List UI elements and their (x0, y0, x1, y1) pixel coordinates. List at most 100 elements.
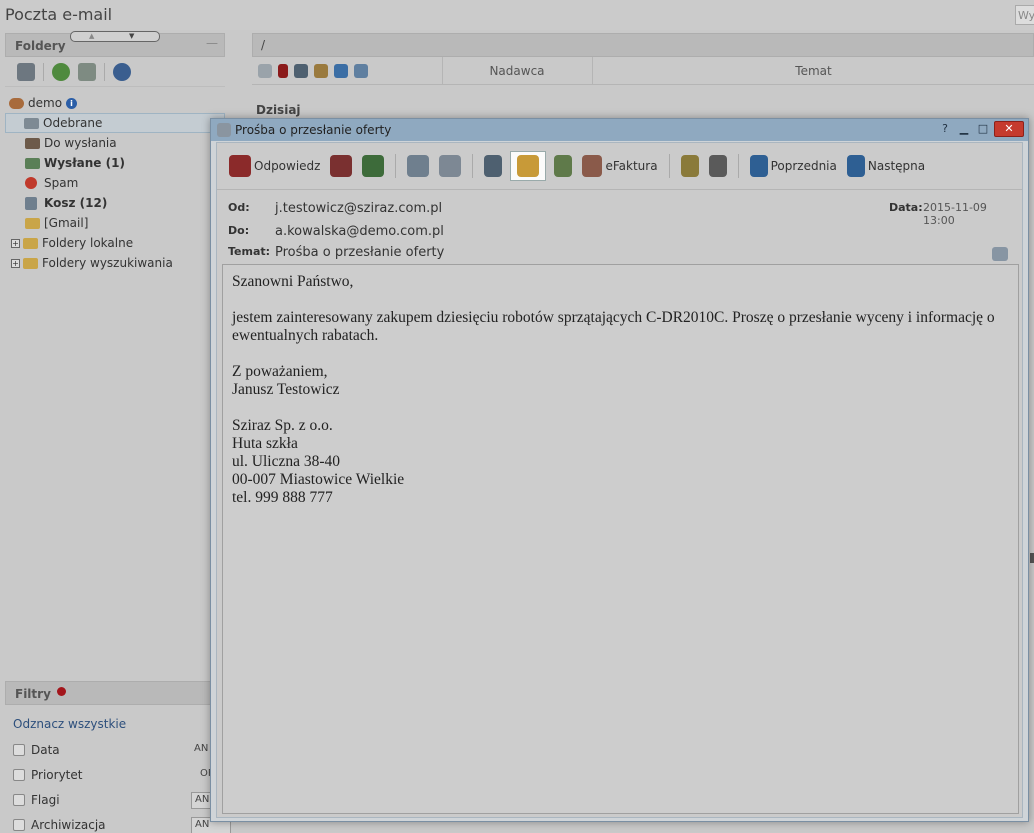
folders-panel-header: Foldery — ▲ ▼ (5, 31, 225, 57)
folder-item-spam[interactable]: Spam (5, 173, 225, 193)
trash-icon (407, 155, 430, 177)
filter-label: Data (31, 742, 60, 757)
delete-button[interactable] (405, 151, 431, 181)
forward-button[interactable] (360, 151, 386, 181)
maximize-icon[interactable]: □ (975, 122, 991, 137)
folder-icon (23, 237, 38, 249)
arrow-down-icon (846, 155, 865, 177)
toolbar-divider (472, 154, 474, 178)
toolbar-divider (43, 62, 44, 81)
next-button[interactable]: Następna (845, 151, 927, 181)
checkmark-icon[interactable] (334, 63, 348, 78)
filter-label: Archiwizacja (31, 817, 106, 832)
info-icon[interactable]: i (66, 97, 78, 109)
print-button[interactable] (437, 151, 463, 181)
edit-button[interactable] (552, 151, 574, 181)
filter-row-priority[interactable]: Priorytet OF (5, 762, 225, 787)
clear-all-link[interactable]: Odznacz wszystkie (13, 717, 225, 731)
trash-icon (25, 196, 37, 210)
collapse-icon[interactable]: — (206, 36, 218, 50)
envelope-icon[interactable] (258, 63, 272, 78)
filter-row-date[interactable]: Data AN (5, 737, 225, 762)
folder-label: Wysłane (1) (44, 156, 125, 170)
filter-row-archive[interactable]: Archiwizacja AN (5, 812, 231, 833)
filter-label: Flagi (31, 792, 60, 807)
window-titlebar[interactable]: Prośba o przesłanie oferty ? ▁ □ ✕ (211, 119, 1028, 141)
checkbox[interactable] (13, 818, 25, 831)
save-attachment-button[interactable] (510, 151, 547, 181)
reply-all-button[interactable] (328, 151, 354, 181)
from-value: j.testowicz@sziraz.com.pl (275, 201, 443, 216)
folder-save-icon (517, 155, 540, 177)
to-value: a.kowalska@demo.com.pl (275, 224, 444, 239)
wand-icon (708, 155, 727, 177)
previous-label: Poprzednia (770, 159, 837, 173)
column-subject[interactable]: Temat (592, 57, 1034, 85)
cut-button[interactable] (679, 151, 701, 181)
message-toolbar: Odpowiedz eFaktura Poprzednia Następna (217, 143, 1022, 190)
account-icon (9, 97, 24, 109)
arrow-up-icon[interactable]: ▲ (89, 32, 94, 40)
filter-label: Priorytet (31, 767, 83, 782)
folder-label: Spam (44, 176, 79, 190)
expand-icon[interactable]: + (11, 238, 20, 248)
folder-item-outbox[interactable]: Do wysłania (5, 133, 225, 153)
folder-item-gmail[interactable]: [Gmail] (5, 213, 225, 233)
previous-button[interactable]: Poprzednia (748, 151, 839, 181)
help-icon[interactable]: ? (937, 122, 953, 137)
document-icon[interactable] (314, 63, 328, 78)
group-today: Dzisiaj (256, 103, 301, 117)
efaktura-button[interactable]: eFaktura (580, 151, 659, 181)
toolbar-divider (668, 154, 670, 178)
minimize-icon[interactable]: ▁ (956, 122, 972, 137)
window-controls: ? ▁ □ ✕ (937, 121, 1024, 137)
folder-tree: demo i Odebrane Do wysłania Wysłane (1) … (5, 87, 225, 273)
efaktura-label: eFaktura (605, 159, 658, 173)
message-signature: Sziraz Sp. z o.o. Huta szkła ul. Uliczna… (232, 417, 405, 506)
message-body: Szanowni Państwo, jestem zainteresowany … (222, 264, 1019, 814)
scrollbar-marker (1030, 553, 1034, 563)
checkbox[interactable] (13, 743, 25, 756)
refresh-icon[interactable] (113, 62, 131, 81)
expand-icon[interactable]: + (11, 258, 20, 268)
checkbox[interactable] (13, 768, 25, 781)
column-sender[interactable]: Nadawca (442, 64, 592, 78)
folder-group-search[interactable]: + Foldery wyszukiwania (5, 253, 225, 273)
tools-icon[interactable] (17, 62, 35, 81)
paperclip-icon[interactable] (354, 63, 368, 78)
close-icon[interactable]: ✕ (994, 121, 1024, 137)
reply-button[interactable]: Odpowiedz (227, 151, 322, 181)
alert-icon (57, 687, 67, 696)
folder-toolbar (5, 57, 225, 87)
folder-label: Odebrane (43, 116, 103, 130)
toolbar-divider (395, 154, 397, 178)
folder-icon (23, 257, 38, 269)
globe-icon[interactable] (52, 62, 70, 81)
wand-button[interactable] (707, 151, 729, 181)
folder-label: Foldery wyszukiwania (42, 256, 173, 270)
folder-path: / (252, 33, 1034, 57)
arrow-down-icon[interactable]: ▼ (129, 32, 134, 40)
filters-panel-title: Filtry (15, 687, 67, 701)
folder-item-sent[interactable]: Wysłane (1) (5, 153, 225, 173)
panel-splitter[interactable]: ▲ ▼ (70, 31, 160, 42)
print-preview-icon[interactable] (992, 247, 1008, 261)
account-row[interactable]: demo i (5, 93, 225, 113)
email-window: Prośba o przesłanie oferty ? ▁ □ ✕ Odpow… (210, 118, 1029, 822)
search-input[interactable]: Wy (1015, 5, 1034, 25)
folder-item-inbox[interactable]: Odebrane (5, 113, 225, 133)
folder-label: [Gmail] (44, 216, 89, 230)
folder-item-trash[interactable]: Kosz (12) (5, 193, 225, 213)
filters-panel-header: Filtry (5, 681, 225, 705)
database-icon[interactable] (78, 62, 96, 81)
priority-icon[interactable] (294, 63, 308, 78)
folder-group-local[interactable]: + Foldery lokalne (5, 233, 225, 253)
subject-value: Prośba o przesłanie oferty (275, 245, 445, 260)
checkbox[interactable] (13, 793, 25, 806)
message-greeting: Szanowni Państwo, (232, 273, 354, 290)
flag-icon[interactable] (278, 63, 288, 78)
move-button[interactable] (482, 151, 504, 181)
message-header: Od: j.testowicz@sziraz.com.pl Do: a.kowa… (217, 190, 1022, 261)
filter-row-flags[interactable]: Flagi AN (5, 787, 231, 812)
filters-title-text: Filtry (15, 687, 51, 701)
